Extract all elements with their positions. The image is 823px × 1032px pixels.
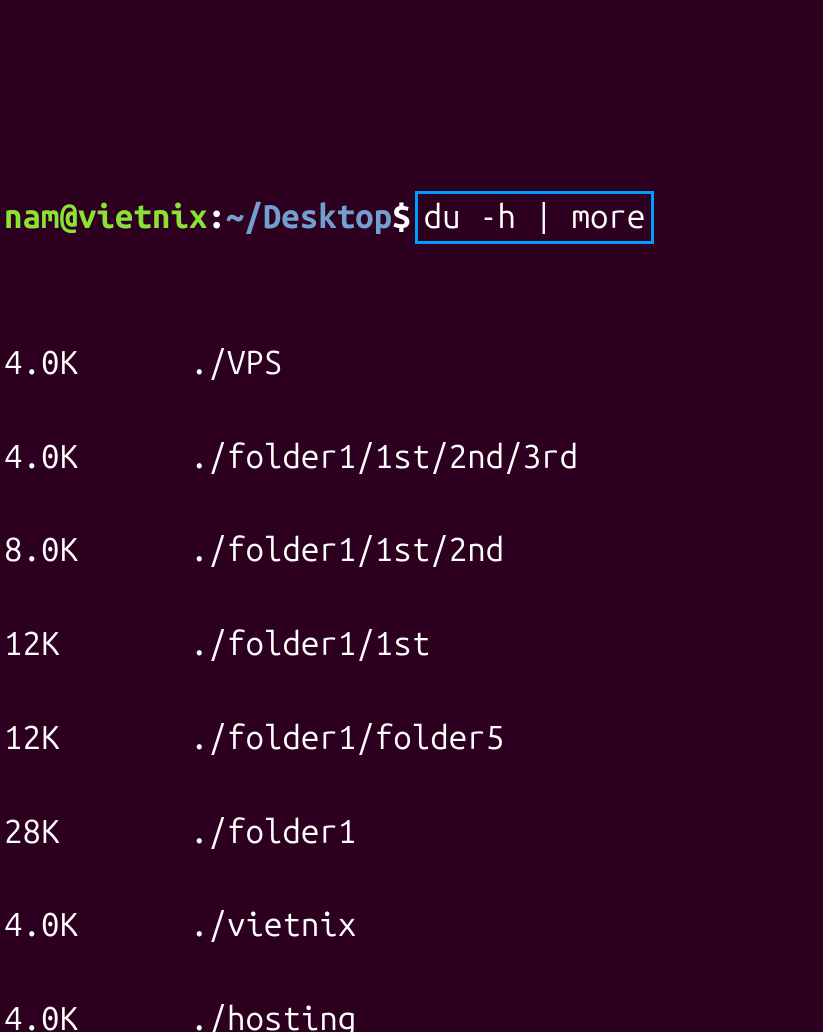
output-row: 4.0K./VPS [4, 340, 819, 387]
size-value: 12K [4, 715, 190, 762]
path-value: ./hosting [190, 1000, 356, 1032]
path-dir: Desktop [263, 198, 392, 235]
path-value: ./folder1 [190, 813, 356, 850]
size-value: 4.0K [4, 996, 190, 1032]
output-row: 4.0K./folder1/1st/2nd/3rd [4, 434, 819, 481]
path-value: ./folder1/folder5 [190, 719, 504, 756]
prompt-line: nam@vietnix:~/Desktop$ du -h | more [4, 191, 819, 244]
output-container: 4.0K./VPS 4.0K./folder1/1st/2nd/3rd 8.0K… [4, 293, 819, 1032]
path-value: ./folder1/1st [190, 625, 430, 662]
size-value: 4.0K [4, 902, 190, 949]
path-value: ./vietnix [190, 906, 356, 943]
path-value: ./VPS [190, 344, 282, 381]
output-row: 4.0K./hosting [4, 996, 819, 1032]
host: vietnix [78, 198, 207, 235]
output-row: 12K./folder1/1st [4, 621, 819, 668]
colon: : [207, 194, 225, 241]
at-separator: @ [59, 198, 77, 235]
path: ~/Desktop [226, 194, 392, 241]
path-value: ./folder1/1st/2nd [190, 531, 504, 568]
size-value: 28K [4, 809, 190, 856]
size-value: 4.0K [4, 434, 190, 481]
output-row: 4.0K./vietnix [4, 902, 819, 949]
command-input[interactable]: du -h | more [424, 198, 646, 235]
dollar: $ [392, 194, 410, 241]
size-value: 12K [4, 621, 190, 668]
output-row: 12K./folder1/folder5 [4, 715, 819, 762]
user-host: nam@vietnix [4, 194, 207, 241]
size-value: 4.0K [4, 340, 190, 387]
path-value: ./folder1/1st/2nd/3rd [190, 438, 578, 475]
path-prefix: ~/ [226, 198, 263, 235]
output-row: 28K./folder1 [4, 809, 819, 856]
size-value: 8.0K [4, 527, 190, 574]
command-highlight-box: du -h | more [415, 191, 655, 244]
user: nam [4, 198, 59, 235]
output-row: 8.0K./folder1/1st/2nd [4, 527, 819, 574]
